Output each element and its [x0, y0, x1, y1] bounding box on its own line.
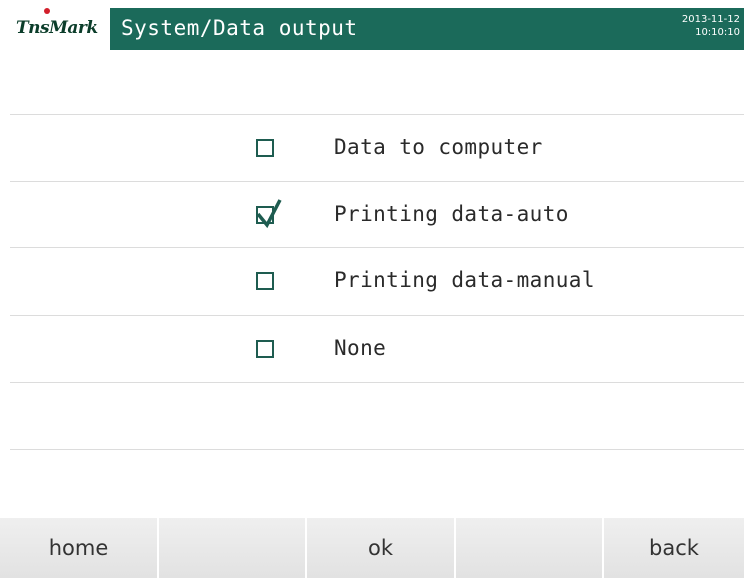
datetime: 2013-11-12 10:10:10: [682, 13, 740, 39]
option-label: Printing data-auto: [334, 202, 569, 226]
blank-button-2[interactable]: [456, 518, 604, 578]
time-text: 10:10:10: [695, 27, 740, 38]
checkbox-printing-data-manual[interactable]: [256, 272, 274, 290]
blank-button-1[interactable]: [159, 518, 307, 578]
header: TnsMark System/Data output 2013-11-12 10…: [0, 0, 744, 60]
option-printing-data-auto[interactable]: Printing data-auto: [10, 182, 744, 248]
option-data-to-computer[interactable]: Data to computer: [10, 115, 744, 181]
check-icon: [256, 199, 282, 229]
title-bar: System/Data output 2013-11-12 10:10:10: [110, 8, 744, 50]
logo-icon: [44, 8, 50, 14]
checkbox-data-to-computer[interactable]: [256, 139, 274, 157]
divider: [10, 449, 744, 450]
page-title: System/Data output: [121, 16, 358, 40]
option-label: Printing data-manual: [334, 268, 595, 292]
option-label: Data to computer: [334, 135, 543, 159]
home-button[interactable]: home: [0, 518, 159, 578]
toolbar: home ok back: [0, 518, 744, 578]
checkbox-printing-data-auto[interactable]: [256, 199, 282, 229]
logo-text: TnsMark: [16, 18, 98, 38]
ok-button[interactable]: ok: [307, 518, 456, 578]
date-text: 2013-11-12: [681, 14, 740, 25]
logo: TnsMark: [0, 8, 110, 50]
option-printing-data-manual[interactable]: Printing data-manual: [10, 248, 744, 314]
option-label: None: [334, 336, 387, 360]
option-none[interactable]: None: [10, 316, 744, 382]
back-button[interactable]: back: [604, 518, 744, 578]
divider: [10, 382, 744, 383]
checkbox-none[interactable]: [256, 340, 274, 358]
